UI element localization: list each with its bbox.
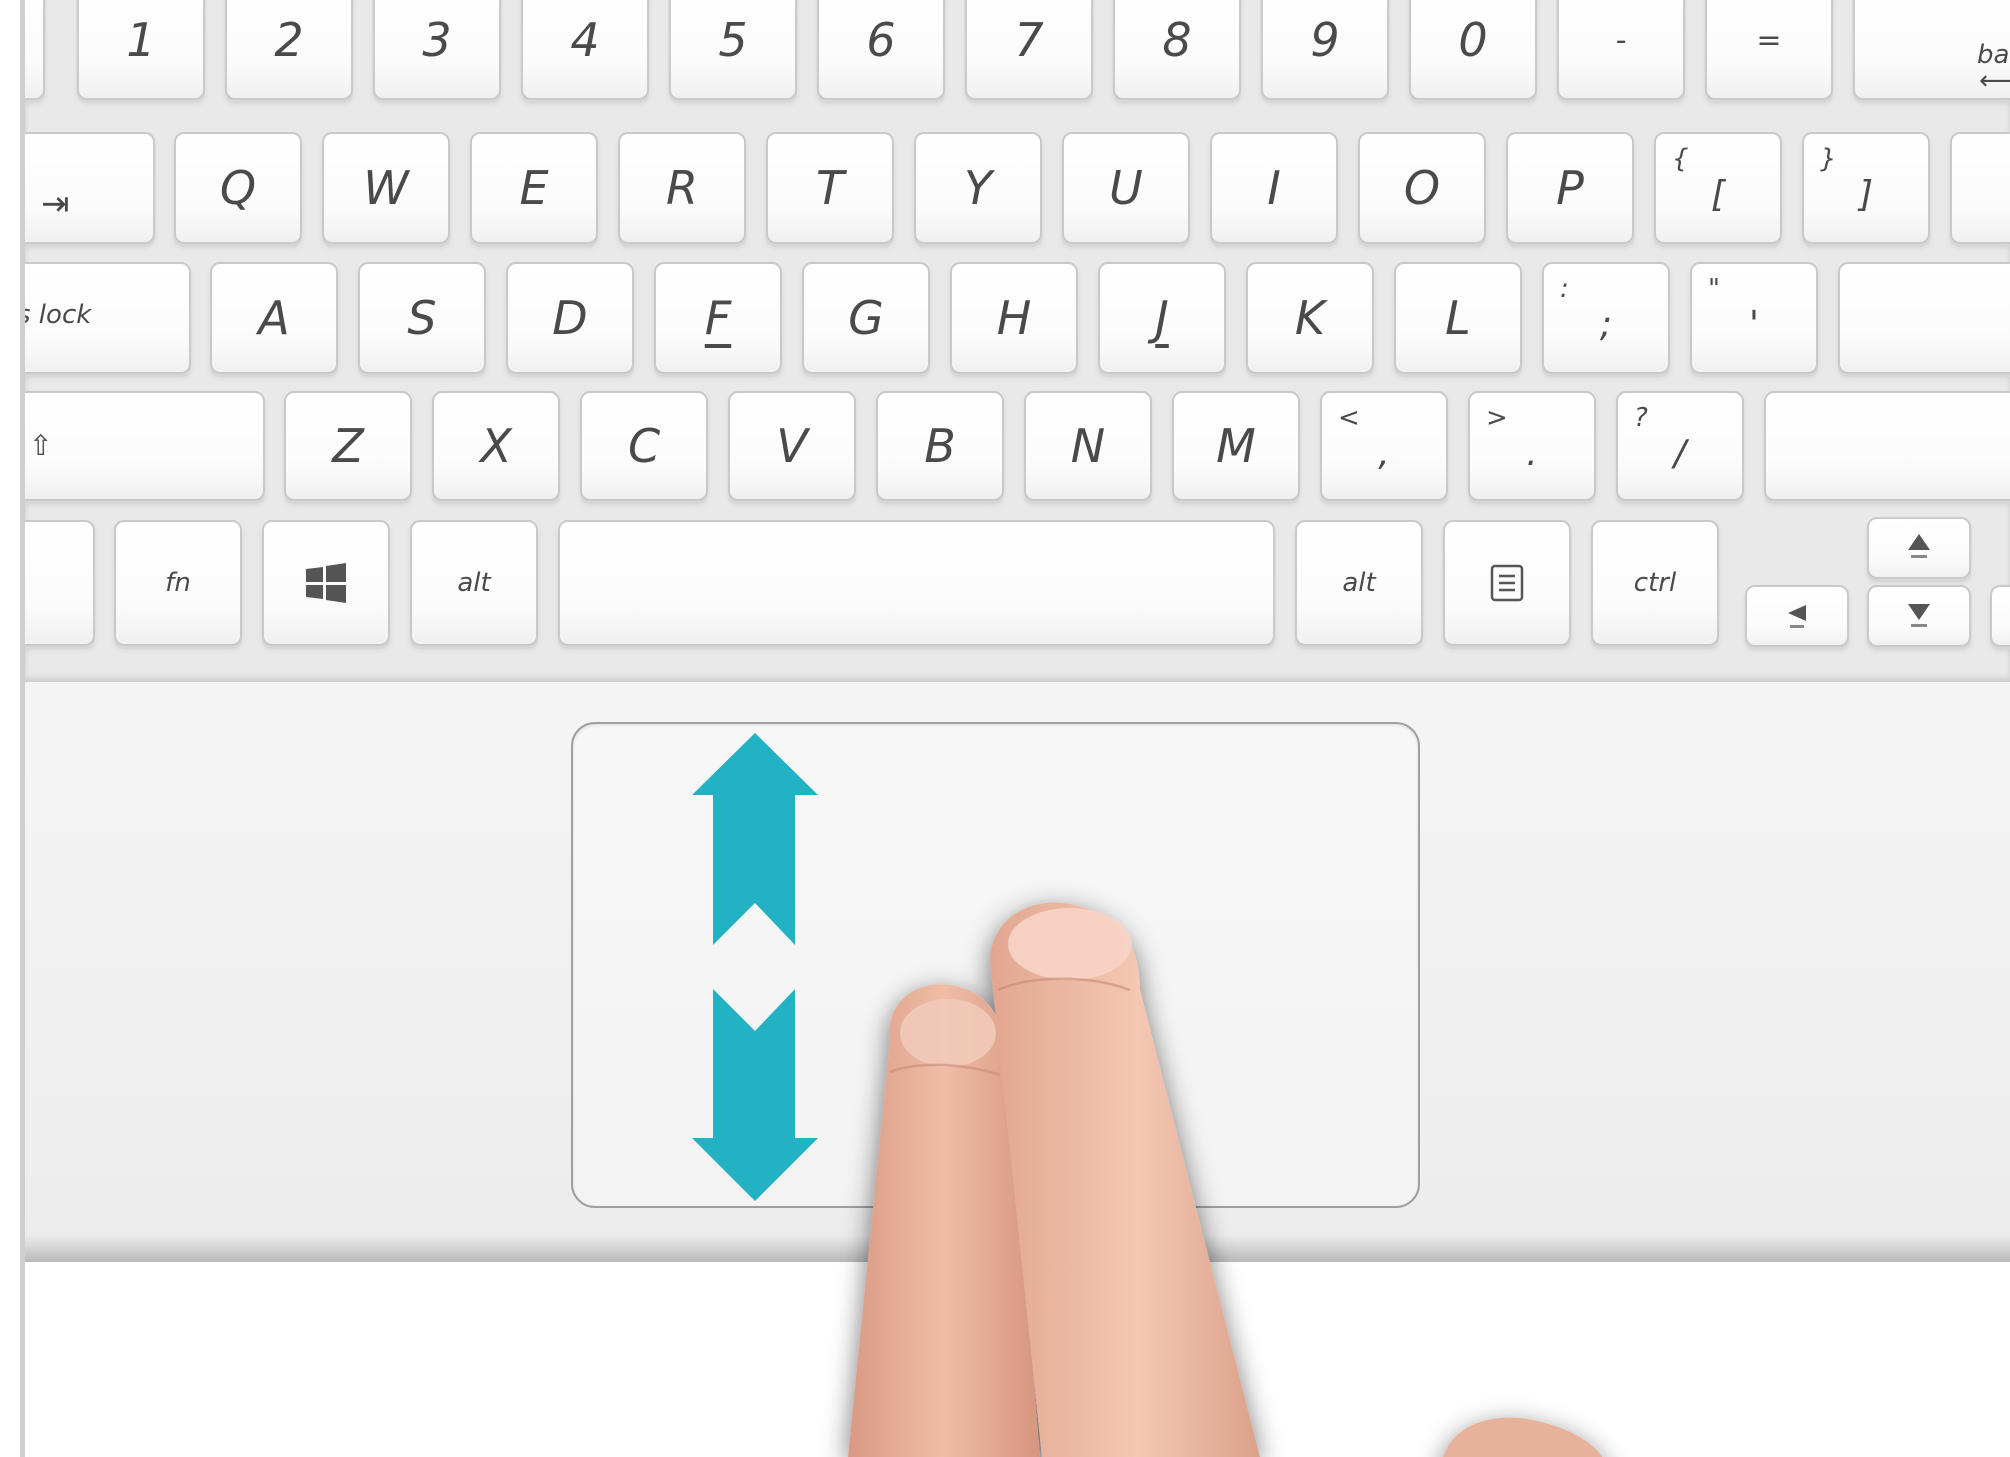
two-finger-hand-icon — [848, 902, 1603, 1457]
